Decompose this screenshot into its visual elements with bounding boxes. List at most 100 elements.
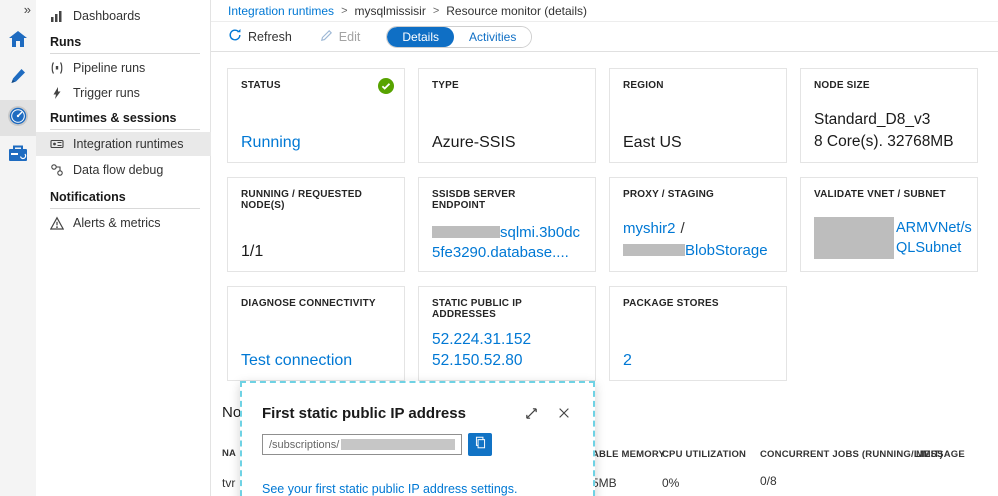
card-label: STATIC PUBLIC IP ADDRESSES (432, 298, 522, 320)
redaction-block (623, 244, 685, 256)
sidebar-item-dashboards[interactable]: Dashboards (36, 4, 211, 28)
redaction-block (814, 217, 894, 259)
tab-activities[interactable]: Activities (454, 26, 532, 47)
node-size-line1: Standard_D8_v3 (814, 111, 931, 128)
breadcrumb-separator: > (432, 4, 440, 17)
gauge-icon (7, 105, 29, 132)
node-row-name-clipped: tvr (222, 476, 236, 490)
card-label: NODE SIZE (814, 80, 870, 91)
test-connection-link[interactable]: Test connection (241, 352, 352, 370)
bar-chart-icon (50, 9, 64, 23)
proxy-name-link[interactable]: myshir2 (623, 220, 676, 237)
vnet-line2: QLSubnet (896, 240, 962, 256)
card-label: PACKAGE STORES (623, 298, 719, 309)
sidebar-item-label: Dashboards (73, 9, 141, 23)
card-label: VALIDATE VNET / SUBNET (814, 189, 946, 200)
refresh-label: Refresh (248, 29, 292, 44)
sidebar-item-data-flow-debug[interactable]: Data flow debug (36, 158, 211, 182)
copy-button[interactable] (468, 433, 492, 456)
status-value-link[interactable]: Running (241, 134, 301, 152)
nodes-col-name-clipped: NA (222, 448, 237, 459)
ip-settings-link[interactable]: See your first static public IP address … (262, 482, 517, 496)
nodes-col-message: MESSAGE (916, 449, 965, 460)
sidebar-item-pipeline-runs[interactable]: Pipeline runs (36, 56, 211, 80)
running-nodes-value: 1/1 (241, 243, 264, 260)
close-icon[interactable] (557, 406, 571, 425)
author-nav-button[interactable] (0, 61, 36, 95)
monitor-nav-button[interactable] (0, 100, 36, 136)
first-static-ip-dialog: First static public IP address /subscrip… (240, 381, 595, 496)
divider (50, 208, 200, 209)
input-value-prefix: /subscriptions/ (269, 438, 340, 451)
ssisdb-endpoint-link[interactable]: sqlmi.3b0dc5fe3290.database.... (432, 223, 586, 263)
breadcrumb-runtime-name: mysqlmissisir (354, 3, 426, 18)
card-label: PROXY / STAGING (623, 189, 714, 200)
lightning-icon (50, 86, 64, 100)
card-diagnose-connectivity: DIAGNOSE CONNECTIVITY Test connection (227, 286, 405, 381)
static-ip-1-link[interactable]: 52.224.31.152 (432, 329, 587, 350)
sidebar-item-label: Integration runtimes (73, 137, 184, 151)
sidebar-item-alerts-metrics[interactable]: Alerts & metrics (36, 211, 211, 235)
breadcrumb-integration-runtimes[interactable]: Integration runtimes (228, 4, 334, 18)
card-label: SSISDB SERVER ENDPOINT (432, 189, 516, 211)
pencil-icon (9, 67, 27, 90)
toolbar: Refresh Edit Details Activities (211, 22, 998, 52)
ip-resource-input[interactable]: /subscriptions/ (262, 434, 462, 455)
breadcrumb: Integration runtimes > mysqlmissisir > R… (211, 0, 998, 22)
refresh-button[interactable]: Refresh (228, 28, 292, 45)
summary-cards: STATUS Running TYPE Azure-SSIS REGION Ea… (227, 68, 979, 381)
vnet-subnet-value: ARMVNet/s QLSubnet (814, 217, 972, 259)
nodes-heading-clipped: No (222, 404, 242, 421)
tab-details[interactable]: Details (387, 26, 455, 47)
collapse-sidebar-icon[interactable]: » (24, 2, 31, 17)
static-ip-2-link[interactable]: 52.150.52.80 (432, 350, 587, 371)
status-ok-icon (378, 78, 394, 99)
sidebar-section-runtimes: Runtimes & sessions (50, 111, 177, 125)
card-label: TYPE (432, 80, 459, 91)
expand-icon[interactable] (524, 406, 539, 426)
card-package-stores: PACKAGE STORES 2 (609, 286, 787, 381)
static-ip-list: 52.224.31.152 52.150.52.80 (432, 329, 587, 371)
card-label: RUNNING / REQUESTED NODE(S) (241, 189, 363, 211)
sidebar-item-label: Data flow debug (73, 163, 164, 177)
edit-button[interactable]: Edit (320, 29, 361, 45)
integration-runtime-icon (50, 137, 64, 151)
resource-monitor-page: » Dashboards Runs Pipeline runs Trigger … (0, 0, 998, 496)
vnet-subnet-link[interactable]: ARMVNet/s QLSubnet (896, 218, 972, 258)
data-flow-debug-icon (50, 163, 64, 177)
region-value: East US (623, 134, 682, 151)
redaction-block (341, 439, 455, 450)
sidebar-item-label: Trigger runs (73, 86, 140, 100)
details-activities-toggle: Details Activities (386, 25, 533, 48)
refresh-icon (228, 28, 242, 45)
card-ssisdb-endpoint: SSISDB SERVER ENDPOINT sqlmi.3b0dc5fe329… (418, 177, 596, 272)
type-value: Azure-SSIS (432, 134, 516, 151)
card-label: REGION (623, 80, 664, 91)
edit-pencil-icon (320, 29, 333, 45)
sidebar-item-integration-runtimes[interactable]: Integration runtimes (36, 132, 211, 156)
staging-link[interactable]: BlobStorage (685, 242, 768, 259)
home-icon (8, 30, 28, 53)
card-type: TYPE Azure-SSIS (418, 68, 596, 163)
edit-label: Edit (338, 29, 361, 44)
card-vnet-subnet: VALIDATE VNET / SUBNET ARMVNet/s QLSubne… (800, 177, 978, 272)
node-cpu-value: 0% (662, 476, 680, 490)
monitor-sidebar: Dashboards Runs Pipeline runs Trigger ru… (36, 0, 211, 496)
node-size-value: Standard_D8_v3 8 Core(s). 32768MB (814, 109, 969, 153)
sidebar-section-notifications: Notifications (50, 190, 126, 204)
card-proxy-staging: PROXY / STAGING myshir2/ BlobStorage (609, 177, 787, 272)
warning-triangle-icon (50, 216, 64, 230)
node-jobs-value: 0/8 (760, 474, 777, 488)
node-memory-value-clipped: 5MB (592, 476, 617, 490)
card-label: STATUS (241, 80, 281, 91)
sidebar-item-trigger-runs[interactable]: Trigger runs (36, 81, 211, 105)
manage-nav-button[interactable] (0, 139, 36, 173)
divider (50, 53, 200, 54)
package-stores-link[interactable]: 2 (623, 352, 632, 370)
toolbox-icon (8, 145, 28, 167)
home-nav-button[interactable] (0, 24, 36, 58)
redaction-block (432, 226, 500, 238)
card-static-ips: STATIC PUBLIC IP ADDRESSES 52.224.31.152… (418, 286, 596, 381)
vnet-line1: ARMVNet/s (896, 220, 972, 236)
dialog-title: First static public IP address (262, 405, 466, 422)
